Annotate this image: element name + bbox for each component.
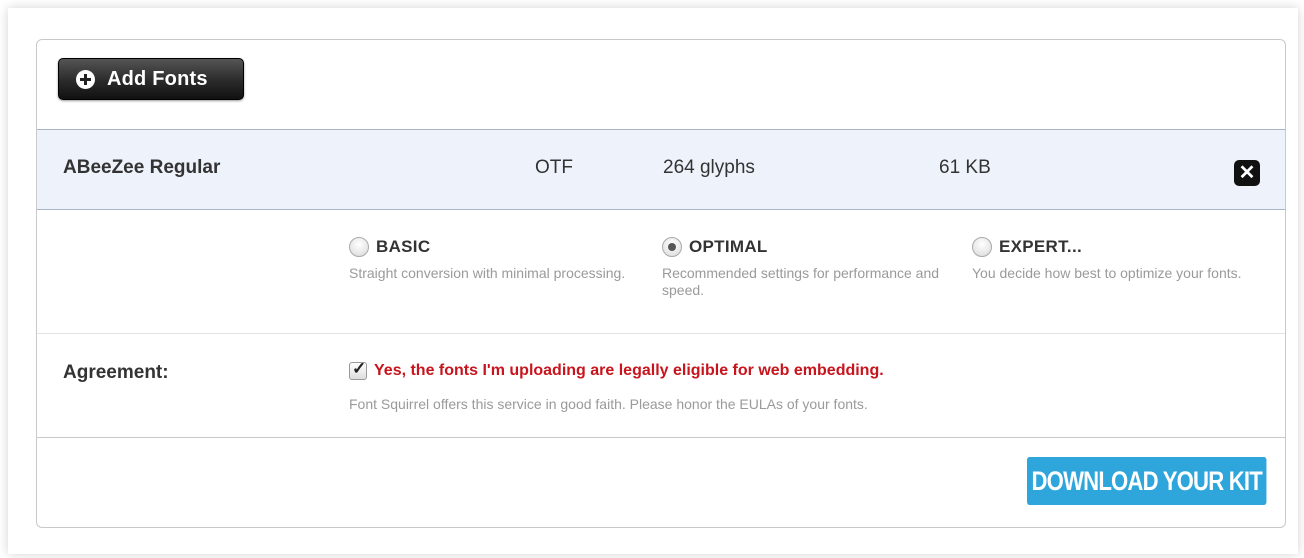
agreement-checkbox[interactable] — [349, 359, 367, 380]
add-fonts-button[interactable]: Add Fonts — [58, 58, 244, 100]
option-basic-description: Straight conversion with minimal process… — [349, 265, 626, 281]
option-basic-title: BASIC — [376, 237, 431, 256]
option-expert: EXPERT... You decide how best to optimiz… — [972, 237, 1272, 282]
font-name: ABeeZee Regular — [63, 157, 221, 178]
expert-radio[interactable] — [972, 237, 992, 257]
toolbar: Add Fonts — [37, 40, 1285, 130]
option-basic-toggle[interactable]: BASIC — [349, 237, 649, 257]
option-optimal-description: Recommended settings for performance and… — [662, 265, 940, 298]
option-optimal-title: OPTIMAL — [689, 237, 768, 256]
optimization-options: BASIC Straight conversion with minimal p… — [37, 210, 1285, 334]
font-glyph-count: 264 glyphs — [663, 157, 755, 178]
font-generator-panel: Add Fonts ABeeZee Regular OTF 264 glyphs… — [36, 39, 1286, 528]
font-list-row: ABeeZee Regular OTF 264 glyphs 61 KB ✕ — [37, 129, 1285, 210]
add-fonts-label: Add Fonts — [107, 67, 208, 90]
download-kit-button[interactable]: DOWNLOAD YOUR KIT — [1027, 457, 1267, 505]
close-icon[interactable]: ✕ — [1234, 160, 1260, 186]
option-optimal-toggle[interactable]: OPTIMAL — [662, 237, 962, 257]
option-expert-toggle[interactable]: EXPERT... — [972, 237, 1272, 257]
font-type: OTF — [535, 157, 573, 178]
page: Add Fonts ABeeZee Regular OTF 264 glyphs… — [0, 0, 1304, 558]
basic-radio[interactable] — [349, 237, 369, 257]
agreement-checkbox-text[interactable]: Yes, the fonts I'm uploading are legally… — [374, 362, 884, 380]
option-expert-description: You decide how best to optimize your fon… — [972, 265, 1242, 281]
option-expert-title: EXPERT... — [999, 237, 1083, 256]
optimal-radio[interactable] — [662, 237, 682, 257]
agreement-checkbox-line[interactable]: Yes, the fonts I'm uploading are legally… — [349, 359, 884, 380]
plus-circle-icon — [76, 69, 95, 89]
agreement-note: Font Squirrel offers this service in goo… — [349, 396, 868, 412]
footer-row: DOWNLOAD YOUR KIT — [37, 438, 1285, 527]
agreement-label: Agreement: — [63, 362, 169, 383]
option-basic: BASIC Straight conversion with minimal p… — [349, 237, 649, 282]
option-optimal: OPTIMAL Recommended settings for perform… — [662, 237, 962, 299]
agreement-row: Agreement: Yes, the fonts I'm uploading … — [37, 334, 1285, 438]
font-file-size: 61 KB — [939, 157, 991, 178]
